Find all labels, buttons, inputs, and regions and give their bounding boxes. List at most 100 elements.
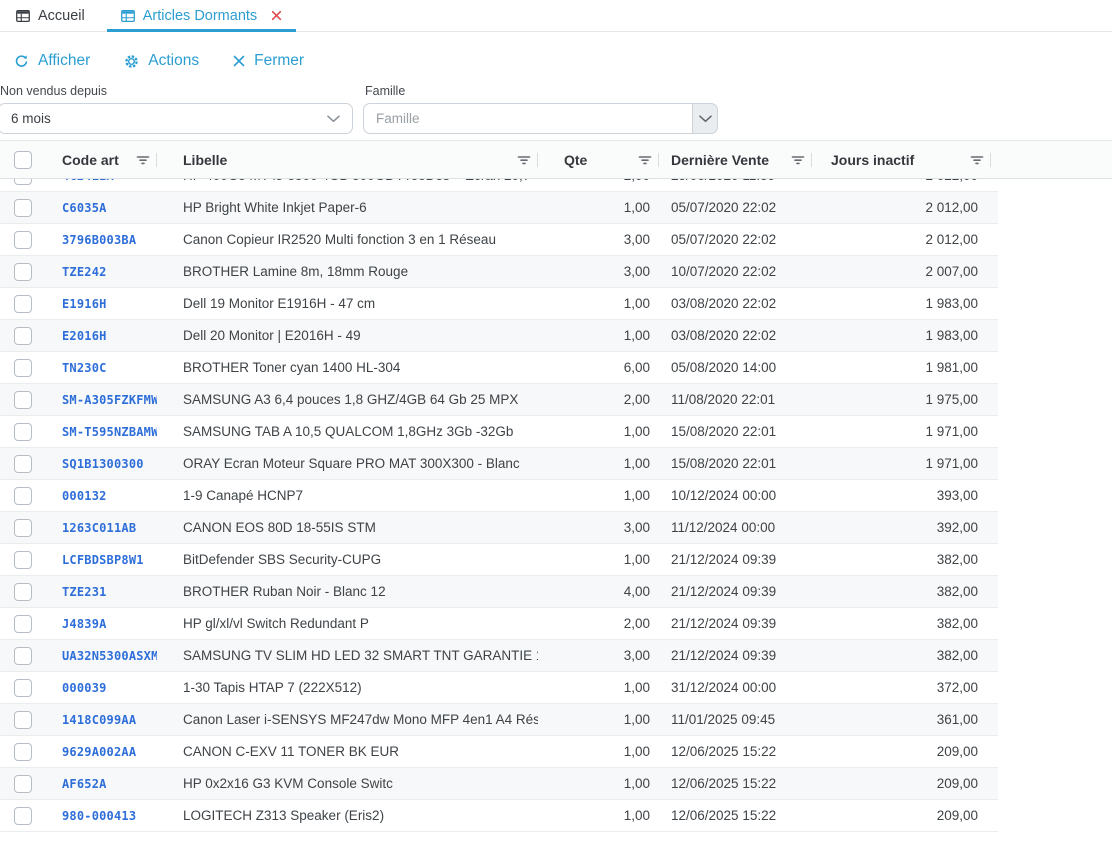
afficher-button[interactable]: Afficher xyxy=(14,52,90,70)
libelle-cell: Canon Laser i-SENSYS MF247dw Mono MFP 4e… xyxy=(157,704,538,735)
row-checkbox[interactable] xyxy=(14,487,32,505)
row-checkbox[interactable] xyxy=(14,519,32,537)
row-checkbox[interactable] xyxy=(14,551,32,569)
table-row[interactable]: 1418C099AA Canon Laser i-SENSYS MF247dw … xyxy=(0,704,998,736)
code-art-link[interactable]: SQ1B1300300 xyxy=(62,457,144,471)
row-checkbox[interactable] xyxy=(14,711,32,729)
table-row[interactable]: SM-T595NZBAMWD SAMSUNG TAB A 10,5 QUALCO… xyxy=(0,416,998,448)
table-row[interactable]: 9629A002AA CANON C-EXV 11 TONER BK EUR 1… xyxy=(0,736,998,768)
libelle-cell: BROTHER Lamine 8m, 18mm Rouge xyxy=(157,256,538,287)
table-row[interactable]: 980-000413 LOGITECH Z313 Speaker (Eris2)… xyxy=(0,800,998,832)
jours-inactif-cell: 2 022,00 xyxy=(811,179,990,191)
row-checkbox[interactable] xyxy=(14,647,32,665)
famille-select[interactable]: Famille xyxy=(363,103,692,134)
table-body: 4C241EA HP 400G5 MT i5-8500 4GB 500GB Fr… xyxy=(0,179,998,845)
table-row[interactable]: E2016H Dell 20 Monitor | E2016H - 49 1,0… xyxy=(0,320,998,352)
code-art-link[interactable]: J4839A xyxy=(62,617,107,631)
table-row[interactable]: 000132 1-9 Canapé HCNP7 1,00 10/12/2024 … xyxy=(0,480,998,512)
code-art-link[interactable]: TN230C xyxy=(62,361,107,375)
filter-icon[interactable] xyxy=(969,152,985,168)
column-header-derniere-vente[interactable]: Dernière Vente xyxy=(671,152,769,168)
row-checkbox[interactable] xyxy=(14,615,32,633)
code-art-link[interactable]: E2016H xyxy=(62,329,107,343)
code-art-link[interactable]: 4C241EA xyxy=(62,179,114,183)
row-checkbox[interactable] xyxy=(14,743,32,761)
table-row[interactable]: E1916H Dell 19 Monitor E1916H - 47 cm 1,… xyxy=(0,288,998,320)
column-header-code-art[interactable]: Code art xyxy=(62,152,119,168)
table-row[interactable]: TZE242 BROTHER Lamine 8m, 18mm Rouge 3,0… xyxy=(0,256,998,288)
table-row[interactable]: UA32N5300ASXMV SAMSUNG TV SLIM HD LED 32… xyxy=(0,640,998,672)
code-art-link[interactable]: 9629A002AA xyxy=(62,745,136,759)
row-checkbox[interactable] xyxy=(14,199,32,217)
famille-dropdown-button[interactable] xyxy=(692,103,718,134)
column-header-jours-inactif[interactable]: Jours inactif xyxy=(831,152,914,168)
afficher-label: Afficher xyxy=(38,52,90,70)
table-row[interactable]: 000039 1-30 Tapis HTAP 7 (222X512) 1,00 … xyxy=(0,672,998,704)
filter-icon[interactable] xyxy=(516,152,532,168)
column-header-libelle[interactable]: Libelle xyxy=(183,152,227,168)
actions-button[interactable]: Actions xyxy=(124,52,199,70)
row-checkbox[interactable] xyxy=(14,359,32,377)
code-art-link[interactable]: 000132 xyxy=(62,489,107,503)
non-vendus-select[interactable]: 6 mois xyxy=(0,103,353,134)
jours-inactif-cell: 209,00 xyxy=(811,800,990,831)
row-checkbox[interactable] xyxy=(14,679,32,697)
code-art-link[interactable]: 000039 xyxy=(62,681,107,695)
fermer-button[interactable]: Fermer xyxy=(233,52,304,70)
row-checkbox[interactable] xyxy=(14,775,32,793)
close-icon[interactable] xyxy=(271,10,282,21)
table-row[interactable]: 1263C011AB CANON EOS 80D 18-55IS STM 3,0… xyxy=(0,512,998,544)
table-row[interactable]: C6035A HP Bright White Inkjet Paper-6 1,… xyxy=(0,192,998,224)
table-row[interactable]: TN230C BROTHER Toner cyan 1400 HL-304 6,… xyxy=(0,352,998,384)
chevron-down-icon xyxy=(327,115,340,123)
table-row[interactable]: LCFBDSBP8W1 BitDefender SBS Security-CUP… xyxy=(0,544,998,576)
code-art-link[interactable]: C6035A xyxy=(62,201,107,215)
derniere-vente-cell: 31/12/2024 00:00 xyxy=(658,672,811,703)
row-checkbox[interactable] xyxy=(14,327,32,345)
code-art-link[interactable]: LCFBDSBP8W1 xyxy=(62,553,144,567)
select-all-checkbox[interactable] xyxy=(14,151,32,169)
qte-cell: 2,00 xyxy=(538,608,658,639)
code-art-link[interactable]: 3796B003BA xyxy=(62,233,136,247)
qte-cell: 6,00 xyxy=(538,352,658,383)
code-art-link[interactable]: TZE242 xyxy=(62,265,107,279)
code-art-link[interactable]: SM-A305FZKFMWD xyxy=(62,393,157,407)
table-row[interactable]: AF652A HP 0x2x16 G3 KVM Console Switc 1,… xyxy=(0,768,998,800)
row-checkbox[interactable] xyxy=(14,583,32,601)
gear-icon xyxy=(124,54,139,69)
code-art-link[interactable]: 980-000413 xyxy=(62,809,136,823)
tab-articles-dormants[interactable]: Articles Dormants xyxy=(107,0,296,31)
code-art-link[interactable]: SM-T595NZBAMWD xyxy=(62,425,157,439)
code-art-link[interactable]: 1263C011AB xyxy=(62,521,136,535)
derniere-vente-cell: 11/08/2020 22:01 xyxy=(658,384,811,415)
row-checkbox[interactable] xyxy=(14,455,32,473)
derniere-vente-cell: 25/06/2020 11:59 xyxy=(658,179,811,191)
table-row[interactable]: 4C241EA HP 400G5 MT i5-8500 4GB 500GB Fr… xyxy=(0,179,998,192)
table-row[interactable]: J4839A HP gl/xl/vl Switch Redundant P 2,… xyxy=(0,608,998,640)
table-row[interactable]: TZE231 BROTHER Ruban Noir - Blanc 12 4,0… xyxy=(0,576,998,608)
table-icon xyxy=(121,10,135,22)
tab-bar: Accueil Articles Dormants xyxy=(0,0,1112,32)
table-row[interactable]: 3796B003BA Canon Copieur IR2520 Multi fo… xyxy=(0,224,998,256)
row-checkbox[interactable] xyxy=(14,263,32,281)
column-header-qte[interactable]: Qte xyxy=(564,152,587,168)
table-row[interactable]: SM-A305FZKFMWD SAMSUNG A3 6,4 pouces 1,8… xyxy=(0,384,998,416)
derniere-vente-cell: 05/07/2020 22:02 xyxy=(658,192,811,223)
code-art-link[interactable]: UA32N5300ASXMV xyxy=(62,649,157,663)
row-checkbox[interactable] xyxy=(14,231,32,249)
row-checkbox[interactable] xyxy=(14,295,32,313)
jours-inactif-cell: 1 971,00 xyxy=(811,416,990,447)
tab-accueil[interactable]: Accueil xyxy=(10,0,99,31)
row-checkbox[interactable] xyxy=(14,807,32,825)
code-art-link[interactable]: 1418C099AA xyxy=(62,713,136,727)
row-checkbox[interactable] xyxy=(14,391,32,409)
code-art-link[interactable]: AF652A xyxy=(62,777,107,791)
code-art-link[interactable]: TZE231 xyxy=(62,585,107,599)
filter-icon[interactable] xyxy=(637,152,653,168)
table-row[interactable]: SQ1B1300300 ORAY Ecran Moteur Square PRO… xyxy=(0,448,998,480)
row-checkbox[interactable] xyxy=(14,179,32,185)
code-art-link[interactable]: E1916H xyxy=(62,297,107,311)
row-checkbox[interactable] xyxy=(14,423,32,441)
filter-icon[interactable] xyxy=(790,152,806,168)
filter-icon[interactable] xyxy=(135,152,151,168)
